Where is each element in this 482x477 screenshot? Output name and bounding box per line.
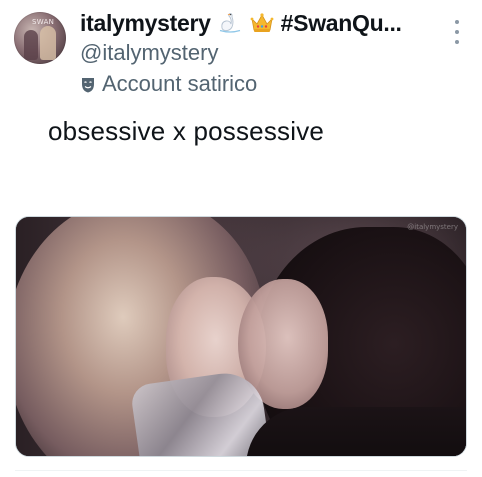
- more-dot: [455, 40, 459, 44]
- author-avatar[interactable]: SWAN: [14, 12, 66, 64]
- more-dot: [455, 20, 459, 24]
- media-dark-shoulder: [246, 407, 466, 456]
- crown-icon: [250, 13, 274, 32]
- tweet-text: obsessive x possessive: [48, 116, 325, 146]
- author-name-row[interactable]: italymystery #SwanQu...: [80, 8, 436, 38]
- swan-icon: [219, 13, 240, 33]
- author-handle[interactable]: @italymystery: [80, 40, 218, 66]
- tweet-card[interactable]: SWAN italymystery #SwanQu... @italymyste…: [0, 0, 482, 477]
- author-display-name[interactable]: italymystery: [80, 10, 211, 37]
- account-label[interactable]: Account satirico: [80, 71, 257, 97]
- author-name-hashtag[interactable]: #SwanQu...: [281, 10, 402, 37]
- avatar-figure-left: [24, 30, 38, 60]
- tweet-media-image[interactable]: @italymystery: [15, 216, 467, 457]
- account-label-text: Account satirico: [102, 71, 258, 96]
- more-options-icon[interactable]: [447, 20, 467, 44]
- avatar-figure-right: [40, 26, 56, 60]
- more-dot: [455, 30, 459, 34]
- avatar-text: SWAN: [32, 18, 55, 26]
- media-watermark: @italymystery: [407, 223, 458, 231]
- theater-mask-icon: [82, 78, 94, 93]
- bottom-divider: [15, 470, 467, 471]
